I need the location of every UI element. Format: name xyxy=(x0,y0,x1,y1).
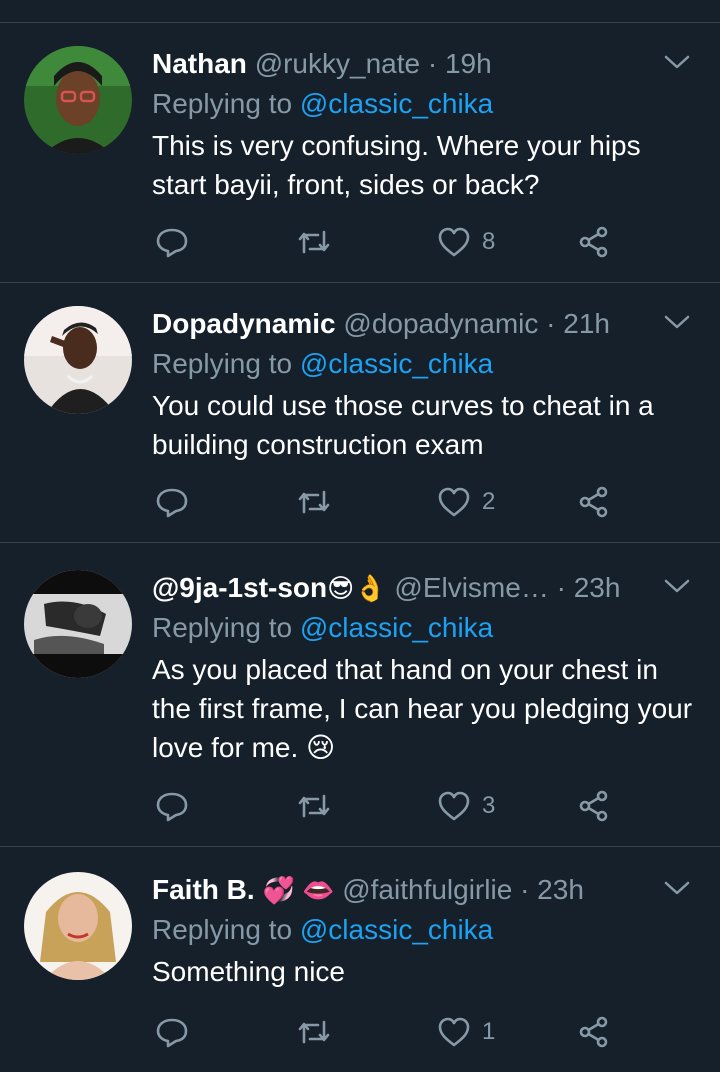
divider xyxy=(0,282,720,283)
mention-link[interactable]: @classic_chika xyxy=(300,914,493,945)
share-icon xyxy=(579,790,608,822)
separator-dot: · xyxy=(556,572,566,603)
replying-to-label: Replying to xyxy=(152,914,293,945)
avatar[interactable] xyxy=(24,872,132,980)
tweet-nathan[interactable]: Nathan @rukky_nate · 19h Replying to @cl… xyxy=(0,46,720,258)
display-name[interactable]: Dopadynamic xyxy=(152,308,336,339)
mention-link[interactable]: @classic_chika xyxy=(300,348,493,379)
name-emoji: 💞 👄 xyxy=(262,875,335,905)
retweet-button[interactable] xyxy=(296,1012,332,1052)
tweet-text: You could use those curves to cheat in a… xyxy=(152,390,654,460)
reply-icon xyxy=(156,228,188,258)
tweet-header: Faith B. 💞 👄 @faithfulgirlie · 23h xyxy=(152,872,640,908)
retweet-icon xyxy=(298,1020,330,1044)
reply-feed: Nathan @rukky_nate · 19h Replying to @cl… xyxy=(0,0,720,1072)
like-icon xyxy=(438,1017,470,1047)
replying-to: Replying to @classic_chika xyxy=(152,346,493,382)
chevron-down-icon[interactable] xyxy=(662,50,692,74)
like-icon xyxy=(438,791,470,821)
divider xyxy=(0,22,720,23)
retweet-button[interactable] xyxy=(296,482,332,522)
reply-button[interactable] xyxy=(154,1012,190,1052)
replying-to: Replying to @classic_chika xyxy=(152,912,493,948)
share-icon xyxy=(579,226,608,258)
timestamp[interactable]: 23h xyxy=(537,874,584,905)
tweet-text: Something nice xyxy=(152,956,346,987)
retweet-icon xyxy=(298,490,330,514)
user-handle[interactable]: @faithfulgirlie xyxy=(342,874,512,905)
divider xyxy=(0,846,720,847)
tweet-dopadynamic[interactable]: Dopadynamic @dopadynamic · 21h Replying … xyxy=(0,306,720,518)
reply-button[interactable] xyxy=(154,222,190,262)
separator-dot: · xyxy=(427,48,438,79)
tweet-faith-b[interactable]: Faith B. 💞 👄 @faithfulgirlie · 23h Reply… xyxy=(0,872,720,1062)
timestamp[interactable]: 19h xyxy=(445,48,492,79)
tweet-header: @9ja-1st-son😎👌 @Elvisme… · 23h xyxy=(152,570,640,606)
like-count: 2 xyxy=(482,488,496,515)
name-emoji: 😎👌 xyxy=(327,573,387,603)
like-icon xyxy=(438,227,470,257)
action-bar: 8 xyxy=(152,222,632,262)
display-name[interactable]: @9ja-1st-son xyxy=(152,572,327,603)
share-button[interactable] xyxy=(576,482,612,522)
retweet-button[interactable] xyxy=(296,222,332,262)
reply-button[interactable] xyxy=(154,786,190,826)
like-count: 8 xyxy=(482,228,496,255)
share-button[interactable] xyxy=(576,786,612,826)
retweet-button[interactable] xyxy=(296,786,332,826)
display-name[interactable]: Nathan xyxy=(152,48,247,79)
action-bar: 2 xyxy=(152,482,632,522)
tweet-text: As you placed that hand on your chest in… xyxy=(152,654,693,763)
reply-icon xyxy=(156,792,188,822)
replying-to: Replying to @classic_chika xyxy=(152,610,493,646)
like-icon xyxy=(438,487,470,517)
share-icon xyxy=(579,486,608,518)
action-bar: 3 xyxy=(152,786,632,826)
tweet-9ja-1st-son[interactable]: @9ja-1st-son😎👌 @Elvisme… · 23h Replying … xyxy=(0,570,720,822)
chevron-down-icon[interactable] xyxy=(662,310,692,334)
chevron-down-icon[interactable] xyxy=(662,876,692,900)
tweet-header: Nathan @rukky_nate · 19h xyxy=(152,46,640,82)
share-icon xyxy=(579,1016,608,1048)
like-count: 3 xyxy=(482,792,496,819)
retweet-icon xyxy=(298,230,330,254)
chevron-down-icon[interactable] xyxy=(662,574,692,598)
replying-to-label: Replying to xyxy=(152,88,293,119)
share-button[interactable] xyxy=(576,222,612,262)
separator-dot: · xyxy=(520,874,530,905)
action-bar: 1 xyxy=(152,1012,632,1052)
tweet-header: Dopadynamic @dopadynamic · 21h xyxy=(152,306,640,342)
share-button[interactable] xyxy=(576,1012,612,1052)
retweet-icon xyxy=(298,794,330,818)
replying-to: Replying to @classic_chika xyxy=(152,86,493,122)
like-button[interactable]: 2 xyxy=(436,482,495,522)
timestamp[interactable]: 21h xyxy=(563,308,610,339)
user-handle[interactable]: @rukky_nate xyxy=(255,48,420,79)
separator-dot: · xyxy=(546,308,556,339)
like-count: 1 xyxy=(482,1018,496,1045)
avatar[interactable] xyxy=(24,570,132,678)
like-button[interactable]: 1 xyxy=(436,1012,495,1052)
user-handle[interactable]: @dopadynamic xyxy=(343,308,538,339)
reply-button[interactable] xyxy=(154,482,190,522)
mention-link[interactable]: @classic_chika xyxy=(300,612,493,643)
avatar[interactable] xyxy=(24,46,132,154)
timestamp[interactable]: 23h xyxy=(574,572,621,603)
replying-to-label: Replying to xyxy=(152,612,293,643)
like-button[interactable]: 8 xyxy=(436,222,495,262)
user-handle[interactable]: @Elvisme… xyxy=(394,572,548,603)
display-name[interactable]: Faith B. xyxy=(152,874,255,905)
avatar[interactable] xyxy=(24,306,132,414)
mention-link[interactable]: @classic_chika xyxy=(300,88,493,119)
tweet-text: This is very confusing. Where your hips … xyxy=(152,130,641,200)
replying-to-label: Replying to xyxy=(152,348,293,379)
reply-icon xyxy=(156,488,188,518)
divider xyxy=(0,542,720,543)
reply-icon xyxy=(156,1018,188,1048)
like-button[interactable]: 3 xyxy=(436,786,495,826)
